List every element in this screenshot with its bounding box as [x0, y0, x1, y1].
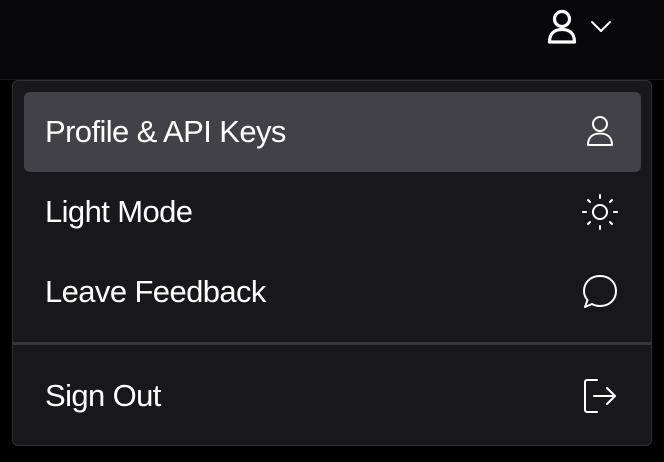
sign-out-icon [584, 379, 616, 413]
menu-item-sign-out[interactable]: Sign Out [24, 356, 641, 436]
user-icon [547, 9, 577, 44]
menu-item-label: Leave Feedback [45, 274, 266, 309]
menu-item-leave-feedback[interactable]: Leave Feedback [24, 252, 641, 332]
chevron-down-icon [591, 21, 611, 32]
top-bar [0, 0, 664, 80]
page: Profile & API Keys Light Mode Leave Feed… [0, 0, 664, 462]
account-dropdown-menu: Profile & API Keys Light Mode Leave Feed… [12, 80, 652, 446]
user-icon [587, 116, 613, 146]
menu-item-profile-api-keys[interactable]: Profile & API Keys [24, 92, 641, 172]
sun-icon [582, 194, 618, 230]
menu-divider [13, 342, 651, 345]
account-menu-button[interactable] [540, 6, 624, 46]
chat-bubble-icon [583, 275, 617, 308]
menu-item-label: Sign Out [45, 378, 161, 413]
menu-item-light-mode[interactable]: Light Mode [24, 172, 641, 252]
menu-item-label: Profile & API Keys [45, 114, 286, 149]
menu-item-label: Light Mode [45, 194, 193, 229]
